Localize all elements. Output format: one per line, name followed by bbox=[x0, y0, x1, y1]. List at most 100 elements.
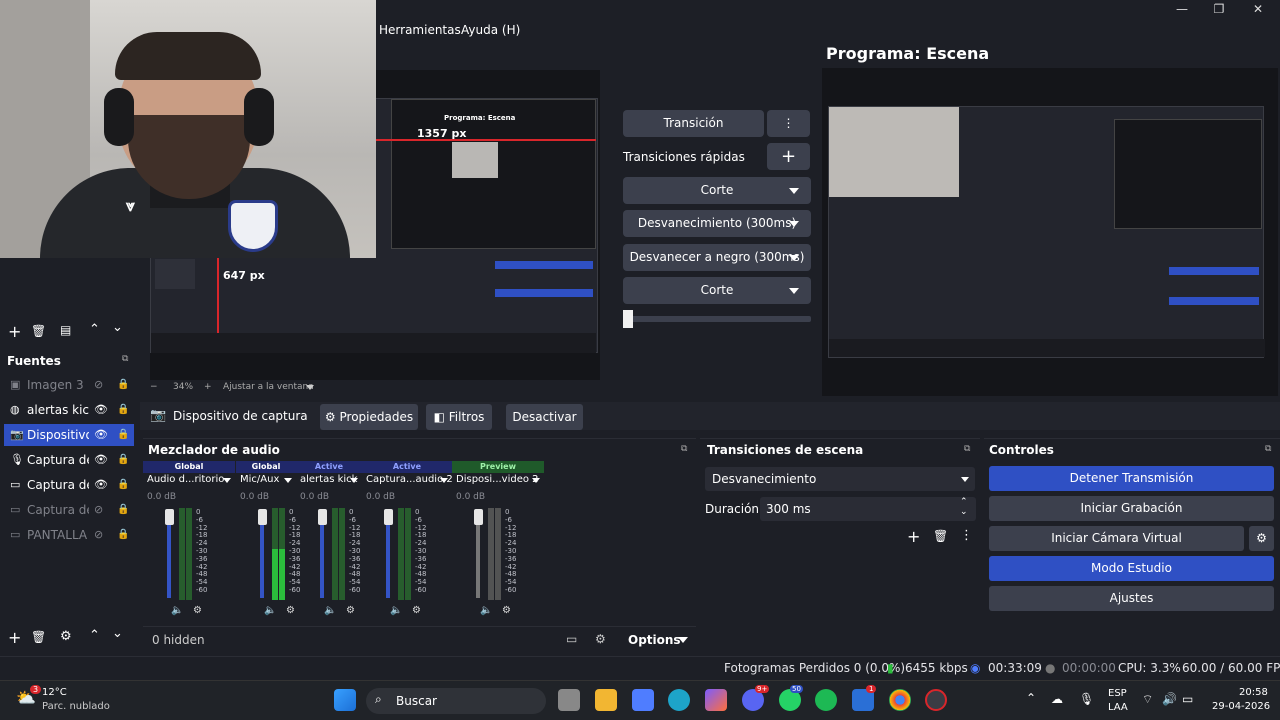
mic-icon[interactable]: 🎙 bbox=[1079, 692, 1094, 706]
channel-name[interactable]: Disposi...video 2 bbox=[456, 474, 539, 485]
tbar-track[interactable] bbox=[623, 316, 811, 322]
fader-knob[interactable] bbox=[258, 509, 267, 525]
gear-icon[interactable]: ⚙ bbox=[60, 629, 72, 644]
channel-gear-icon[interactable]: ⚙ bbox=[286, 605, 295, 616]
zoom-plus-button[interactable]: + bbox=[204, 382, 212, 392]
volume-icon[interactable]: 🔊 bbox=[1162, 692, 1177, 706]
add-transition-button[interactable]: + bbox=[907, 527, 920, 546]
chevron-down-icon[interactable] bbox=[284, 478, 292, 483]
source-item[interactable]: 📷Dispositivo d 👁 🔒 bbox=[4, 424, 134, 446]
cloud-icon[interactable]: ☁ bbox=[1051, 692, 1063, 706]
tbar-handle[interactable] bbox=[623, 310, 633, 328]
fader-knob[interactable] bbox=[165, 509, 174, 525]
fit-window-select[interactable]: Ajustar a la ventana bbox=[223, 382, 314, 392]
tray-chevron-icon[interactable]: ⌃ bbox=[1026, 691, 1036, 705]
chevron-down-icon[interactable] bbox=[350, 478, 358, 483]
channel-gear-icon[interactable]: ⚙ bbox=[412, 605, 421, 616]
source-item[interactable]: 🎙Captura de e 👁 🔒 bbox=[4, 449, 134, 471]
chrome-icon[interactable] bbox=[889, 689, 911, 711]
menu-herramientas[interactable]: Herramientas bbox=[379, 23, 461, 37]
speaker-icon[interactable]: 🔈 bbox=[171, 605, 183, 616]
clock-date[interactable]: 29-04-2026 bbox=[1212, 701, 1270, 712]
filter-icon[interactable]: ▤ bbox=[60, 323, 71, 337]
transition-more-icon[interactable]: ⋮ bbox=[960, 528, 973, 543]
chevron-down-icon[interactable] bbox=[440, 478, 448, 483]
menu-ayuda[interactable]: Ayuda (H) bbox=[461, 23, 520, 37]
source-item[interactable]: ▭ Captura de p 👁 🔒 bbox=[4, 474, 134, 496]
channel-gear-icon[interactable]: ⚙ bbox=[193, 605, 202, 616]
eye-off-icon[interactable]: ⊘ bbox=[94, 524, 103, 546]
quick-transition-button[interactable]: Corte bbox=[623, 177, 811, 204]
layout-icon[interactable]: ▭ bbox=[566, 632, 577, 646]
task-view-icon[interactable] bbox=[558, 689, 580, 711]
lock-icon[interactable]: 🔒 bbox=[117, 499, 129, 521]
undock-icon[interactable]: ⧉ bbox=[964, 444, 970, 454]
channel-name[interactable]: Audio d...ritorio bbox=[147, 474, 224, 485]
quick-transition-button[interactable]: Corte bbox=[623, 276, 811, 304]
eye-off-icon[interactable]: ⊘ bbox=[94, 374, 103, 396]
mixer-settings-icon[interactable]: ⚙ bbox=[595, 632, 606, 646]
lock-icon[interactable]: 🔒 bbox=[117, 524, 129, 546]
lock-icon[interactable]: 🔒 bbox=[117, 474, 129, 496]
source-item[interactable]: ◍ alertas kick 👁 🔒 bbox=[4, 399, 134, 421]
fader-knob[interactable] bbox=[318, 509, 327, 525]
source-item[interactable]: ▭ Captura de v ⊘ 🔒 bbox=[4, 499, 134, 521]
source-up-icon[interactable]: ⌃ bbox=[89, 628, 100, 643]
eye-icon[interactable]: 👁 bbox=[94, 474, 108, 496]
options-button[interactable]: Options bbox=[628, 633, 681, 647]
virtual-camera-button[interactable]: Iniciar Cámara Virtual bbox=[989, 526, 1244, 551]
deactivate-button[interactable]: Desactivar bbox=[506, 404, 583, 430]
move-up-icon[interactable]: ⌃ bbox=[89, 322, 100, 337]
speaker-icon[interactable]: 🔈 bbox=[264, 605, 276, 616]
spotify-icon[interactable] bbox=[815, 689, 837, 711]
windows-start-icon[interactable] bbox=[334, 689, 356, 711]
speaker-icon[interactable]: 🔈 bbox=[390, 605, 402, 616]
source-item[interactable]: ▣ Imagen 3 ⊘ 🔒 bbox=[4, 374, 134, 396]
lang-top[interactable]: ESP bbox=[1108, 688, 1127, 699]
lock-icon[interactable]: 🔒 bbox=[117, 424, 129, 446]
move-down-icon[interactable]: ⌄ bbox=[112, 320, 123, 335]
zoom-minus-button[interactable]: − bbox=[150, 382, 158, 392]
lock-icon[interactable]: 🔒 bbox=[117, 374, 129, 396]
transition-button[interactable]: Transición bbox=[623, 110, 764, 137]
wifi-icon[interactable]: ⌔ bbox=[1142, 692, 1153, 707]
copilot-icon[interactable] bbox=[705, 689, 727, 711]
add-scene-button[interactable]: + bbox=[8, 322, 21, 341]
edge-icon[interactable] bbox=[668, 689, 690, 711]
close-button[interactable]: ✕ bbox=[1240, 2, 1276, 20]
transition-select[interactable]: Desvanecimiento bbox=[705, 467, 975, 491]
remove-transition-icon[interactable]: 🗑 bbox=[933, 529, 948, 543]
chevron-down-icon[interactable] bbox=[223, 478, 231, 483]
spin-up-icon[interactable]: ⌃ bbox=[960, 497, 968, 507]
add-quick-transition-button[interactable]: + bbox=[767, 143, 810, 170]
undock-icon[interactable]: ⧉ bbox=[681, 444, 687, 454]
undock-icon[interactable]: ⧉ bbox=[1265, 444, 1271, 454]
spin-down-icon[interactable]: ⌄ bbox=[960, 507, 968, 517]
add-source-button[interactable]: + bbox=[8, 628, 21, 647]
channel-name[interactable]: Mic/Aux bbox=[240, 474, 279, 485]
channel-gear-icon[interactable]: ⚙ bbox=[346, 605, 355, 616]
undock-icon[interactable]: ⧉ bbox=[122, 354, 128, 364]
lock-icon[interactable]: 🔒 bbox=[117, 399, 129, 421]
clock-time[interactable]: 20:58 bbox=[1239, 687, 1268, 698]
fader-knob[interactable] bbox=[384, 509, 393, 525]
transition-menu-icon[interactable]: ⋮ bbox=[767, 110, 810, 137]
quick-transition-button[interactable]: Desvanecer a negro (300ms) bbox=[623, 243, 811, 271]
speaker-icon[interactable]: 🔈 bbox=[324, 605, 336, 616]
source-down-icon[interactable]: ⌄ bbox=[112, 626, 123, 641]
studio-mode-button[interactable]: Modo Estudio bbox=[989, 556, 1274, 581]
lock-icon[interactable]: 🔒 bbox=[117, 449, 129, 471]
taskbar-search[interactable]: ⌕ Buscar bbox=[366, 688, 546, 714]
quick-transition-button[interactable]: Desvanecimiento (300ms) bbox=[623, 210, 811, 238]
battery-icon[interactable]: ▭ bbox=[1182, 692, 1193, 706]
eye-icon[interactable]: 👁 bbox=[94, 399, 108, 421]
eye-icon[interactable]: 👁 bbox=[94, 424, 108, 446]
store-icon[interactable] bbox=[632, 689, 654, 711]
filters-button[interactable]: ◧ Filtros bbox=[426, 404, 492, 430]
eye-icon[interactable]: 👁 bbox=[94, 449, 108, 471]
lang-bottom[interactable]: LAA bbox=[1108, 702, 1128, 713]
source-item[interactable]: ▭ PANTALLA R ⊘ 🔒 bbox=[4, 524, 134, 546]
eye-off-icon[interactable]: ⊘ bbox=[94, 499, 103, 521]
properties-button[interactable]: ⚙ Propiedades bbox=[320, 404, 418, 430]
maximize-button[interactable]: ❐ bbox=[1201, 2, 1237, 20]
